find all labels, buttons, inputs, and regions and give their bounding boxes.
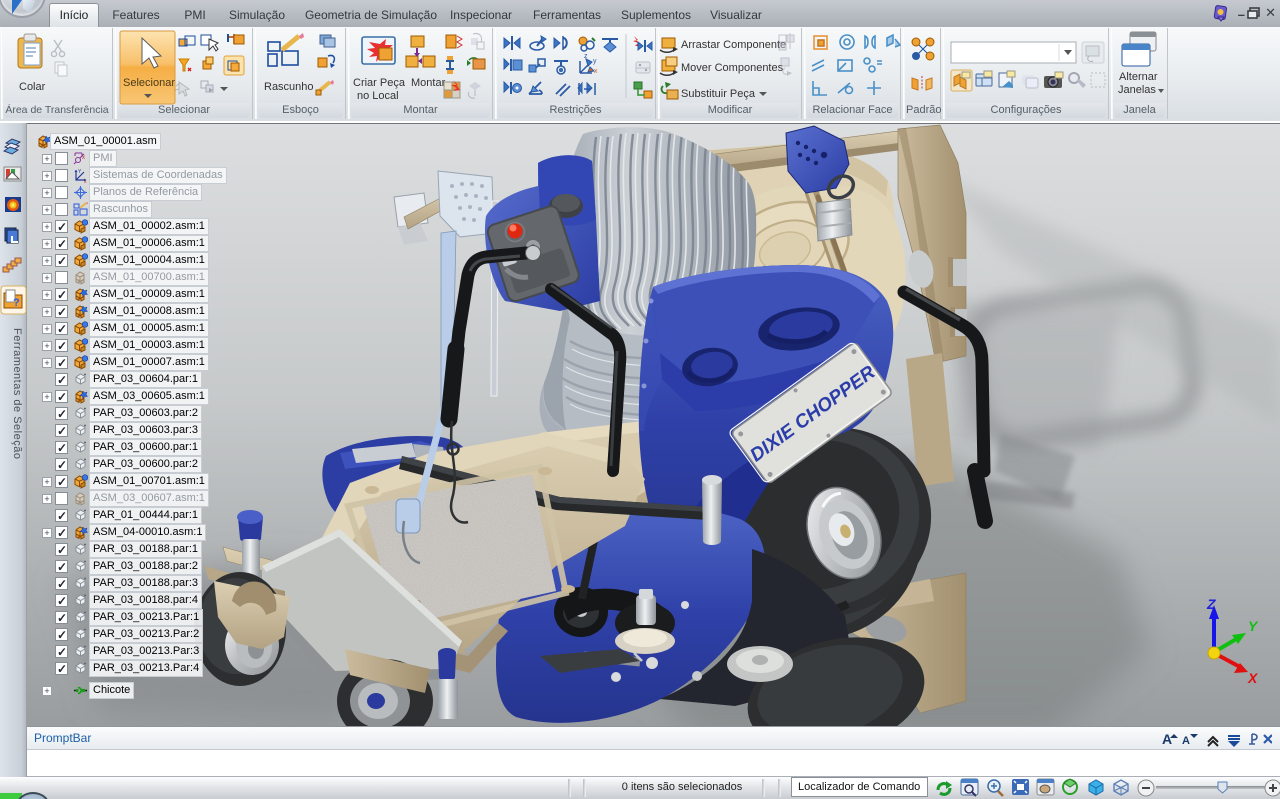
svg-text:no Local: no Local (357, 90, 399, 102)
svg-text:Janelas: Janelas (1118, 84, 1156, 96)
svg-text:Substituir Peça: Substituir Peça (681, 88, 756, 100)
svg-text:X: X (1247, 670, 1259, 686)
svg-text:Z: Z (1206, 596, 1216, 612)
svg-text:?: ? (13, 297, 20, 309)
svg-text:A: A (1182, 735, 1190, 747)
svg-text:x: x (594, 68, 598, 75)
svg-text:Arrastar Componente: Arrastar Componente (681, 39, 786, 51)
svg-text:Selecionar: Selecionar (123, 77, 175, 89)
svg-text:Alternar: Alternar (1119, 71, 1158, 83)
svg-text:z: z (584, 53, 588, 60)
svg-text:Rascunho: Rascunho (264, 81, 314, 93)
svg-text:Montar: Montar (411, 77, 446, 89)
svg-text:A: A (1162, 731, 1172, 747)
svg-text:Criar Peça: Criar Peça (353, 77, 406, 89)
svg-text:Mover Componentes: Mover Componentes (681, 62, 784, 74)
svg-text:Colar: Colar (19, 81, 46, 93)
svg-text:y: y (593, 58, 597, 65)
